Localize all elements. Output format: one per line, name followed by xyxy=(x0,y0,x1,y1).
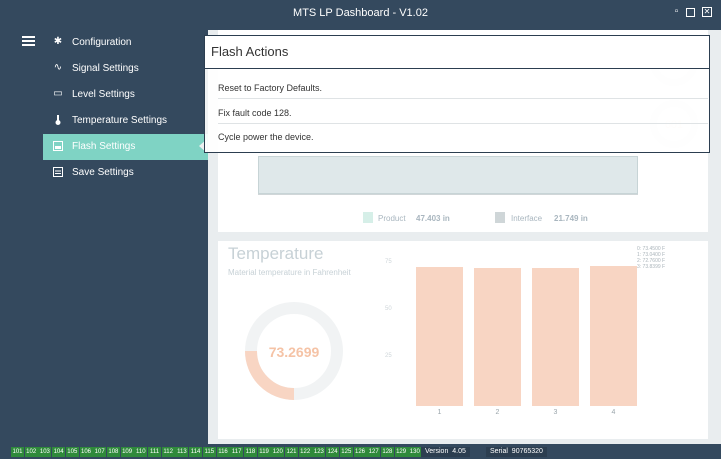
serial-value: 90765320 xyxy=(511,448,543,455)
fault-code-101: 101 xyxy=(11,447,24,457)
level-axis xyxy=(258,194,638,195)
fault-code-105: 105 xyxy=(65,447,79,457)
temperature-value: 73.2699 xyxy=(268,344,320,360)
fault-code-112: 112 xyxy=(161,447,175,457)
legend-value-product: 47.403 in xyxy=(416,214,450,223)
fault-code-124: 124 xyxy=(326,447,340,457)
fault-code-116: 116 xyxy=(216,447,230,457)
level-icon: ▭ xyxy=(53,88,63,99)
fault-code-102: 102 xyxy=(24,447,38,457)
fault-code-113: 113 xyxy=(175,447,189,457)
legend-label-interface: Interface xyxy=(511,214,543,223)
fault-code-109: 109 xyxy=(120,447,134,457)
fault-code-111: 111 xyxy=(148,447,161,457)
sidebar-item-signal-settings[interactable]: ∿ Signal Settings xyxy=(43,56,208,82)
flash-icon xyxy=(53,141,63,151)
x-tick-4: 4 xyxy=(611,409,616,416)
legend-swatch-product xyxy=(363,212,373,223)
hamburger-menu-icon[interactable] xyxy=(22,36,35,47)
sidebar-item-flash-settings[interactable]: Flash Settings xyxy=(43,134,208,160)
version-label: Version xyxy=(425,448,449,455)
chart-bar-3 xyxy=(532,268,579,406)
signal-icon: ∿ xyxy=(53,62,63,73)
version-box: Version 4.05 xyxy=(421,447,470,457)
sidebar-item-label: Save Settings xyxy=(72,167,134,178)
sidebar-item-temperature-settings[interactable]: Temperature Settings xyxy=(43,108,208,134)
fault-code-110: 110 xyxy=(134,447,148,457)
action-fix-fault[interactable]: Fix fault code 128. xyxy=(205,108,705,118)
minimize-icon[interactable]: ▫ xyxy=(671,6,682,17)
x-tick-2: 2 xyxy=(495,409,500,416)
sidebar-item-configuration[interactable]: ✱ Configuration xyxy=(43,30,208,56)
chart-bar-1 xyxy=(416,267,463,406)
chart-bar-4 xyxy=(590,266,637,406)
sidebar-item-save-settings[interactable]: Save Settings xyxy=(43,160,208,186)
version-value: 4.05 xyxy=(452,448,466,455)
serial-box: Serial 90765320 xyxy=(486,447,547,457)
y-tick-50: 50 xyxy=(385,306,392,312)
maximize-icon[interactable] xyxy=(686,8,695,17)
fault-code-107: 107 xyxy=(93,447,107,457)
fault-code-120: 120 xyxy=(271,447,285,457)
thermometer-icon xyxy=(53,115,63,125)
fault-code-130: 130 xyxy=(408,447,422,457)
fault-code-104: 104 xyxy=(52,447,66,457)
fault-code-115: 115 xyxy=(202,447,216,457)
window-title: MTS LP Dashboard - V1.02 xyxy=(293,7,428,19)
legend-swatch-interface xyxy=(495,212,505,223)
sidebar-item-label: Signal Settings xyxy=(72,63,139,74)
fault-code-126: 126 xyxy=(353,447,367,457)
fault-code-125: 125 xyxy=(339,447,353,457)
fault-code-123: 123 xyxy=(312,447,326,457)
fault-code-108: 108 xyxy=(106,447,120,457)
y-tick-75: 75 xyxy=(385,259,392,265)
temperature-title: Temperature xyxy=(228,244,324,263)
action-reset-defaults[interactable]: Reset to Factory Defaults. xyxy=(205,83,705,93)
sidebar-item-label: Level Settings xyxy=(72,89,135,100)
fault-code-117: 117 xyxy=(230,447,244,457)
gear-icon: ✱ xyxy=(53,36,63,47)
fault-code-128: 128 xyxy=(380,447,394,457)
status-bar: 101 102 103 104 105 106 107 108 109 110 111 112 113 1… xyxy=(0,444,721,459)
fault-code-103: 103 xyxy=(38,447,52,457)
sidebar-item-label: Temperature Settings xyxy=(72,115,168,126)
x-tick-3: 3 xyxy=(553,409,558,416)
save-icon xyxy=(53,167,63,177)
x-tick-1: 1 xyxy=(437,409,442,416)
fault-code-122: 122 xyxy=(298,447,312,457)
flash-actions-panel: Flash Actions Reset to Factory Defaults.… xyxy=(204,35,710,153)
action-cycle-power[interactable]: Cycle power the device. xyxy=(205,132,705,142)
fault-code-118: 118 xyxy=(243,447,257,457)
fault-code-127: 127 xyxy=(367,447,381,457)
fault-code-121: 121 xyxy=(285,447,298,457)
temperature-subtitle: Material temperature in Fahrenheit xyxy=(228,268,351,277)
fault-code-114: 114 xyxy=(189,447,203,457)
fault-code-119: 119 xyxy=(257,447,271,457)
serial-label: Serial xyxy=(490,448,508,455)
y-tick-25: 25 xyxy=(385,353,392,359)
sidebar-item-level-settings[interactable]: ▭ Level Settings xyxy=(43,82,208,108)
sidebar-item-label: Configuration xyxy=(72,37,132,48)
sidebar-nav: ✱ Configuration ∿ Signal Settings ▭ Leve… xyxy=(43,30,208,186)
flash-actions-header: Flash Actions xyxy=(205,36,709,69)
flash-actions-title: Flash Actions xyxy=(211,44,289,59)
temperature-card: Temperature Material temperature in Fahr… xyxy=(218,241,708,439)
fault-code-106: 106 xyxy=(79,447,93,457)
app-window: MTS LP Dashboard - V1.02 ▫ ✕ ✱ Configura… xyxy=(0,0,721,459)
legend-label-product: Product xyxy=(378,214,406,223)
chart-bar-2 xyxy=(474,268,521,406)
close-icon[interactable]: ✕ xyxy=(702,7,712,17)
level-plot xyxy=(258,156,638,194)
fault-code-129: 129 xyxy=(394,447,408,457)
temp-legend-3: 3: 73.8399 F xyxy=(637,264,666,270)
sidebar-item-label: Flash Settings xyxy=(72,141,136,152)
legend-value-interface: 21.749 in xyxy=(554,214,588,223)
title-bar: MTS LP Dashboard - V1.02 ▫ ✕ xyxy=(0,0,721,28)
